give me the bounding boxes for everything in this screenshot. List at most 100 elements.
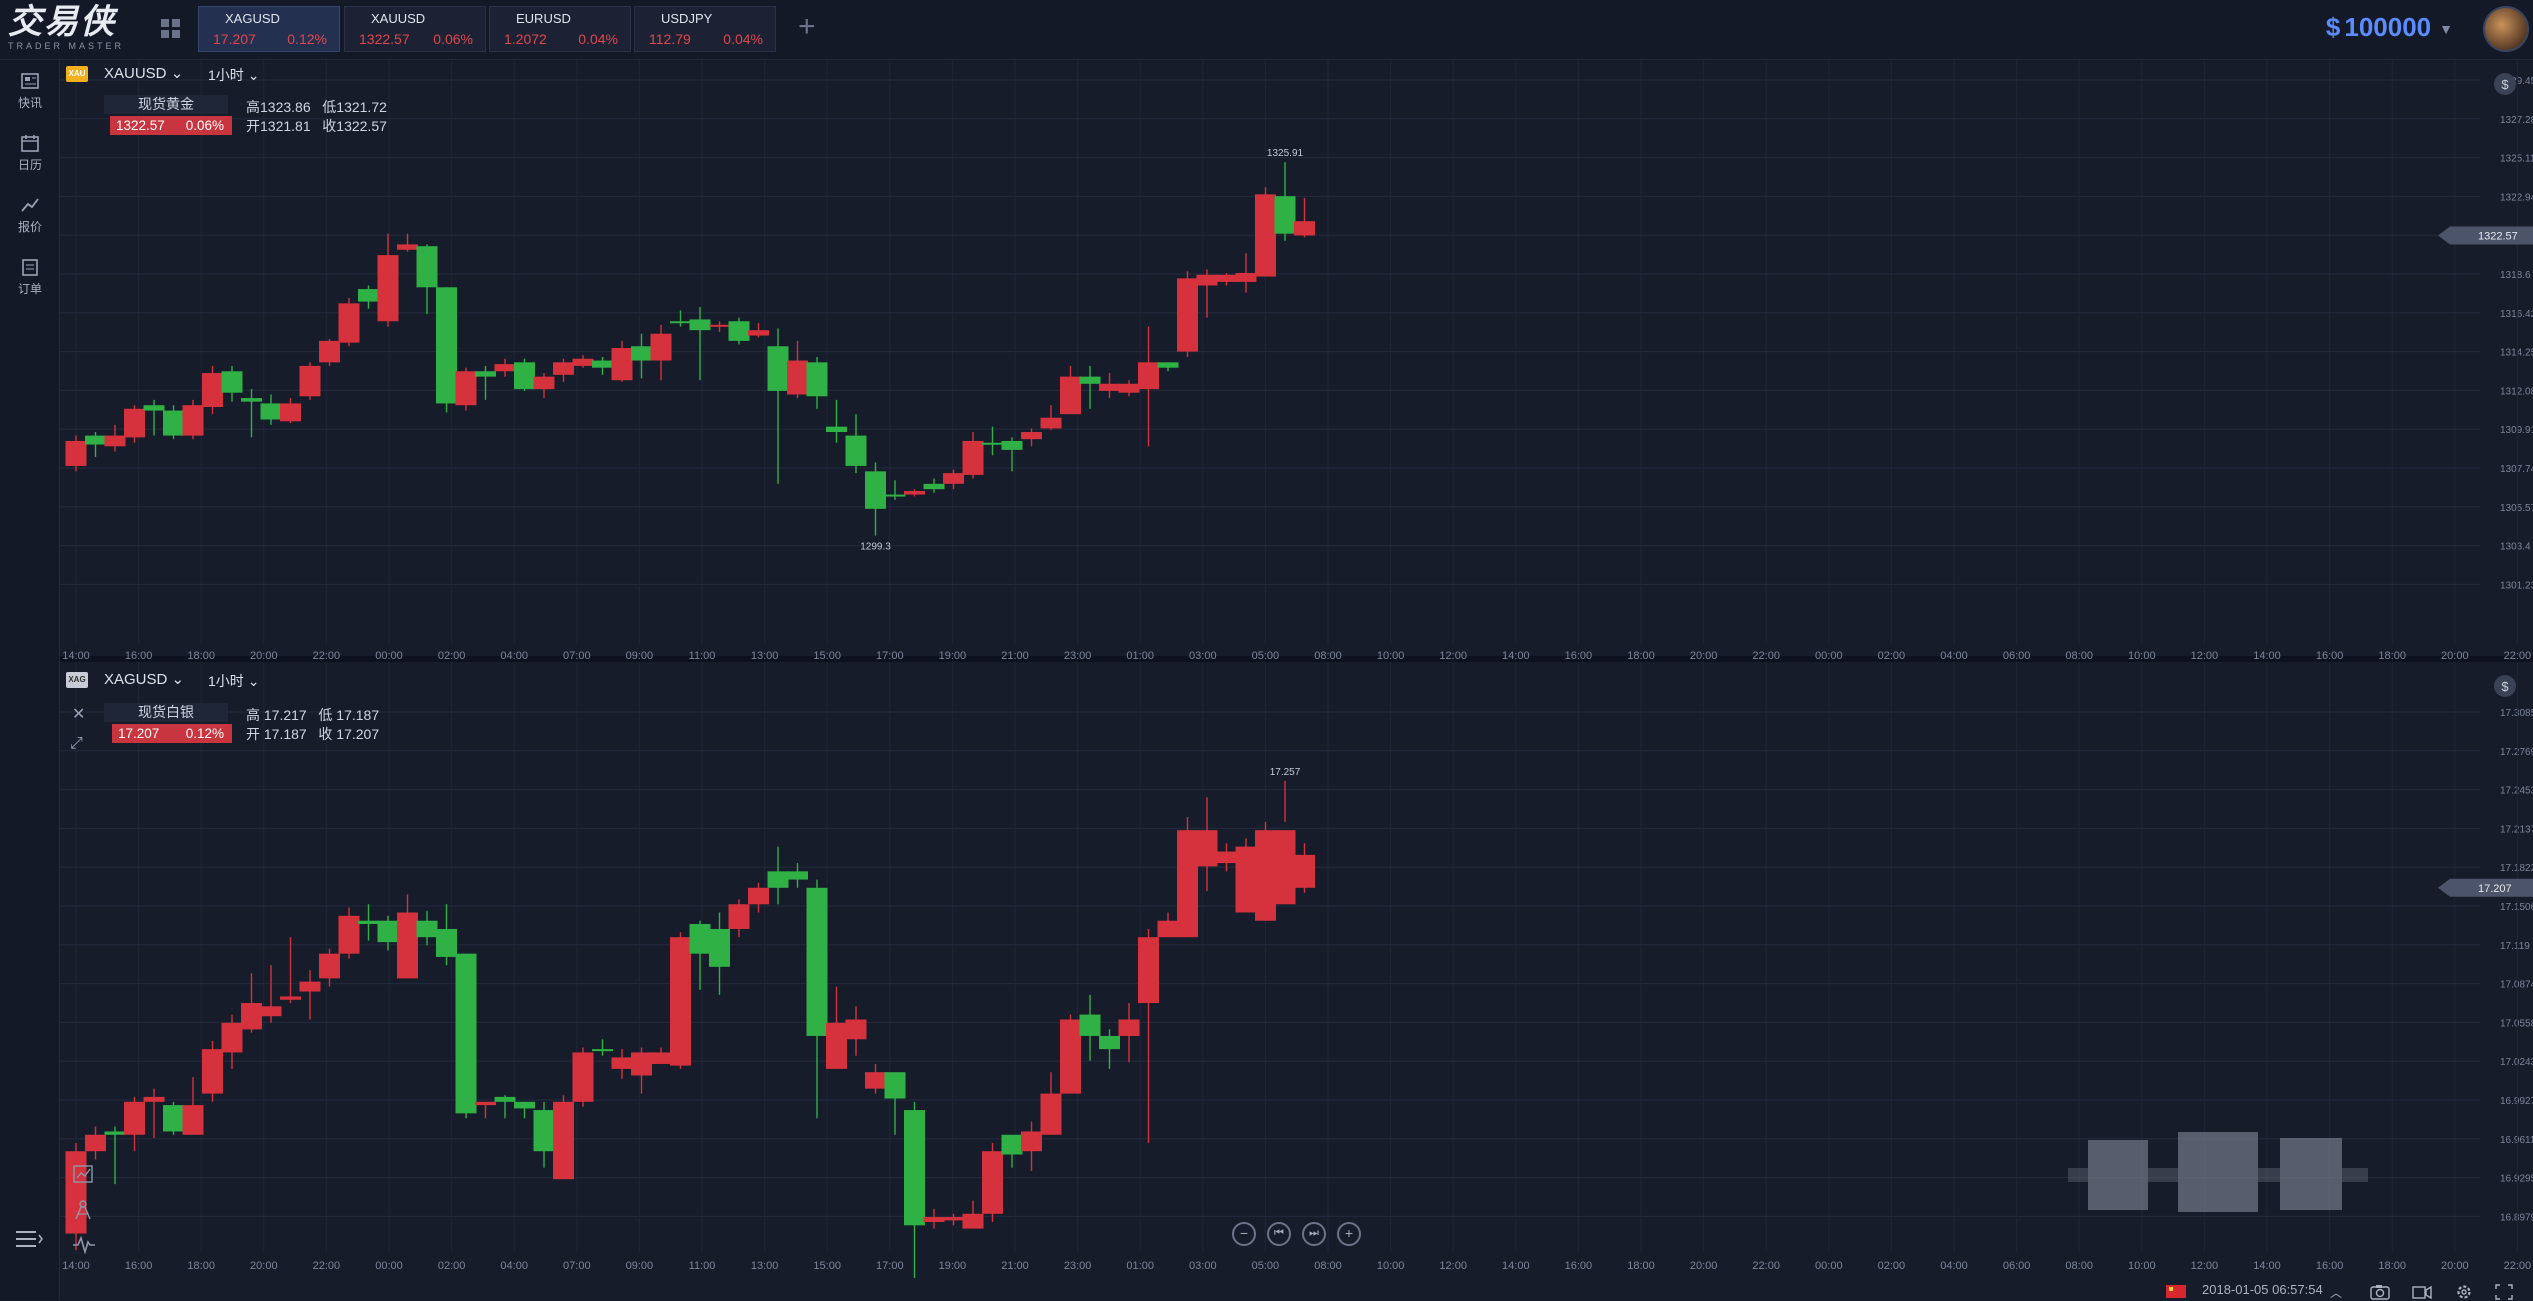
sidebar-item-quotes[interactable]: 报价	[0, 196, 60, 235]
candle[interactable]	[377, 233, 399, 327]
camera-icon[interactable]	[2370, 1284, 2390, 1300]
candle[interactable]	[280, 937, 301, 1004]
candle[interactable]	[1138, 326, 1159, 447]
silver-symbol-select[interactable]: XAGUSD ⌄	[104, 670, 184, 688]
expand-icon[interactable]: ⤢	[70, 735, 83, 753]
candle[interactable]	[1294, 843, 1315, 893]
candle[interactable]	[1177, 817, 1198, 938]
candle[interactable]	[982, 426, 1003, 456]
candle[interactable]	[1021, 1121, 1042, 1171]
gold-timeframe-select[interactable]: 1小时 ⌄	[208, 65, 259, 85]
candle[interactable]	[1079, 365, 1101, 409]
candle[interactable]	[319, 948, 340, 987]
zoom-out-button[interactable]: −	[1232, 1222, 1256, 1246]
candle[interactable]	[163, 405, 184, 440]
candle[interactable]	[806, 356, 828, 409]
ticker-tab-usdjpy[interactable]: USDJPY 112.79 0.04%	[634, 6, 776, 52]
candle[interactable]	[124, 1096, 145, 1152]
candle[interactable]	[163, 1101, 184, 1135]
candle[interactable]	[1294, 197, 1315, 238]
candle[interactable]	[553, 1095, 574, 1180]
candle[interactable]	[826, 986, 847, 1069]
candle[interactable]	[709, 321, 730, 332]
candle[interactable]	[611, 340, 633, 382]
candle[interactable]	[1216, 272, 1237, 286]
candle[interactable]	[143, 1088, 165, 1139]
candle[interactable]	[923, 1208, 945, 1229]
close-icon[interactable]: ✕	[72, 704, 85, 724]
charts-area[interactable]: 1329.451327.281325.111322.941320.771318.…	[60, 60, 2533, 1282]
candle[interactable]	[533, 1101, 555, 1168]
candle[interactable]	[670, 932, 691, 1069]
candle[interactable]	[455, 953, 477, 1119]
candle[interactable]	[689, 306, 711, 381]
candle[interactable]	[904, 489, 925, 497]
candle[interactable]	[241, 389, 262, 438]
candle[interactable]	[202, 1040, 223, 1102]
candle[interactable]	[143, 399, 165, 436]
candle[interactable]	[455, 367, 477, 411]
candle[interactable]	[514, 1101, 535, 1119]
candle[interactable]	[1274, 162, 1296, 241]
candle[interactable]	[962, 432, 984, 479]
candle[interactable]	[611, 1049, 633, 1079]
candle[interactable]	[1118, 1003, 1140, 1063]
candle[interactable]	[806, 879, 828, 1119]
candle[interactable]	[1235, 253, 1257, 293]
candle[interactable]	[767, 328, 789, 484]
candle[interactable]	[553, 358, 574, 382]
candle[interactable]	[299, 970, 321, 1020]
candle[interactable]	[1099, 1029, 1120, 1069]
candle[interactable]	[338, 907, 360, 959]
candle[interactable]	[436, 287, 457, 413]
candle[interactable]	[1001, 437, 1023, 472]
candle[interactable]	[943, 1213, 964, 1226]
candle[interactable]	[358, 904, 379, 941]
candle[interactable]	[728, 317, 750, 345]
china-flag-icon[interactable]	[2166, 1285, 2186, 1298]
gold-chart[interactable]: 1329.451327.281325.111322.941320.771318.…	[60, 60, 2533, 662]
candle[interactable]	[826, 399, 847, 443]
signal-icon[interactable]	[72, 1236, 96, 1254]
indicators-icon[interactable]	[72, 1164, 94, 1184]
candle[interactable]	[358, 285, 379, 309]
sidebar-item-orders[interactable]: 订单	[0, 258, 60, 297]
candle[interactable]	[1255, 821, 1276, 921]
candle[interactable]	[241, 973, 262, 1033]
candle[interactable]	[1060, 1014, 1081, 1094]
ticker-tab-xagusd[interactable]: XAGUSD 17.207 0.12%	[198, 6, 340, 52]
scroll-end-button[interactable]: ⏭	[1302, 1222, 1326, 1246]
candle[interactable]	[182, 399, 204, 440]
candle[interactable]	[65, 1142, 87, 1250]
ticker-tab-xauusd[interactable]: XAUUSD 1322.57 0.06%	[344, 6, 486, 52]
candle[interactable]	[845, 414, 867, 474]
candle[interactable]	[572, 1047, 594, 1107]
candle[interactable]	[1157, 912, 1179, 938]
candle[interactable]	[436, 904, 457, 966]
candle[interactable]	[1021, 428, 1042, 447]
candle[interactable]	[280, 398, 301, 424]
candle[interactable]	[748, 882, 769, 913]
candle[interactable]	[1040, 1072, 1062, 1135]
candle[interactable]	[748, 323, 769, 338]
candle[interactable]	[1118, 380, 1140, 397]
candle[interactable]	[884, 480, 906, 500]
candle[interactable]	[631, 333, 652, 379]
candle[interactable]	[124, 405, 145, 443]
candle[interactable]	[650, 324, 672, 381]
drawing-tools-icon[interactable]	[72, 1199, 94, 1221]
candle[interactable]	[494, 358, 516, 377]
candle[interactable]	[1040, 405, 1062, 431]
candle[interactable]	[572, 355, 594, 368]
candle[interactable]	[1255, 187, 1276, 277]
account-balance[interactable]: $100000 ▼	[2326, 12, 2453, 43]
candle[interactable]	[650, 1047, 672, 1064]
candle[interactable]	[85, 432, 106, 458]
candle[interactable]	[709, 912, 730, 995]
candle[interactable]	[1235, 838, 1257, 913]
candle[interactable]	[319, 339, 340, 366]
candle[interactable]	[1099, 373, 1120, 399]
settings-icon[interactable]	[2455, 1284, 2473, 1300]
candle[interactable]	[982, 1142, 1003, 1223]
candle[interactable]	[1196, 797, 1218, 892]
